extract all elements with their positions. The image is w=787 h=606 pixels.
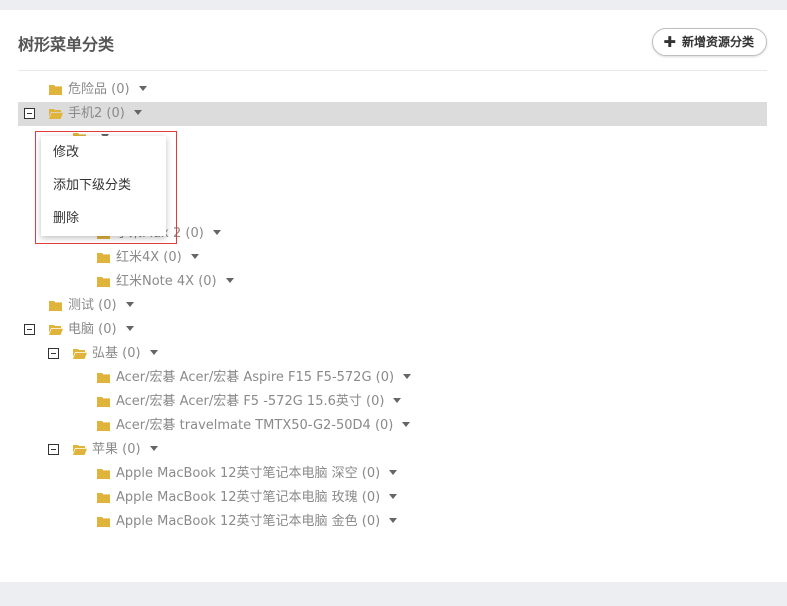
tree-node-text: 危险品 (0) [68,82,130,97]
folder-icon [97,253,110,263]
collapse-toggle-icon[interactable] [48,444,59,455]
tree-node[interactable]: Acer/宏碁 Acer/宏碁 Aspire F15 F5-572G (0) [18,366,767,390]
folder-icon [49,301,62,311]
collapse-toggle-icon[interactable] [24,324,35,335]
caret-down-icon[interactable] [393,398,402,403]
tree-node-label[interactable]: Apple MacBook 12英寸笔记本电脑 玫瑰 (0) [116,486,398,510]
tree-node[interactable]: 红米Note 4X (0) [18,270,767,294]
tree-node[interactable]: Apple MacBook 12英寸笔记本电脑 玫瑰 (0) [18,486,767,510]
tree-node-text: Acer/宏碁 Acer/宏碁 F5 -572G 15.6英寸 (0) [116,394,385,409]
caret-down-icon[interactable] [403,374,412,379]
add-resource-category-button[interactable]: ✚ 新增资源分类 [652,28,767,56]
page-title: 树形菜单分类 [18,35,115,54]
tree-node-text: Apple MacBook 12英寸笔记本电脑 玫瑰 (0) [116,490,381,505]
folder-open-icon [49,109,63,119]
caret-down-icon[interactable] [125,302,134,307]
tree-node-label[interactable]: 手机2 (0) [68,102,142,126]
folder-icon [97,373,110,383]
tree-node-label[interactable]: 测试 (0) [68,294,134,318]
tree-node[interactable]: Acer/宏碁 Acer/宏碁 F5 -572G 15.6英寸 (0) [18,390,767,414]
tree-node[interactable]: 危险品 (0) [18,78,767,102]
tree-node[interactable]: 手机2 (0) [18,102,767,126]
tree-node-label[interactable]: 电脑 (0) [68,318,134,342]
folder-icon [97,277,110,287]
caret-down-icon[interactable] [389,470,398,475]
tree-node-text: 弘基 (0) [92,346,141,361]
tree-node[interactable]: 弘基 (0) [18,342,767,366]
caret-down-icon[interactable] [125,326,134,331]
caret-down-icon[interactable] [149,446,158,451]
caret-down-icon[interactable] [389,494,398,499]
folder-icon [97,421,110,431]
tree-node-text: Apple MacBook 12英寸笔记本电脑 金色 (0) [116,514,381,529]
tree-node-text: Acer/宏碁 Acer/宏碁 Aspire F15 F5-572G (0) [116,370,395,385]
context-menu: 修改 添加下级分类 删除 [41,136,166,236]
collapse-toggle-icon[interactable] [24,108,35,119]
tree-node-label[interactable]: Apple MacBook 12英寸笔记本电脑 深空 (0) [116,462,398,486]
folder-open-icon [49,325,63,335]
folder-open-icon [73,349,87,359]
tree-node-label[interactable]: Acer/宏碁 travelmate TMTX50-G2-50D4 (0) [116,414,411,438]
tree-node-text: Acer/宏碁 travelmate TMTX50-G2-50D4 (0) [116,418,394,433]
tree-node-label[interactable]: Acer/宏碁 Acer/宏碁 Aspire F15 F5-572G (0) [116,366,412,390]
tree-node-text: 红米4X (0) [116,250,182,265]
tree-node-label[interactable]: Apple MacBook 12英寸笔记本电脑 金色 (0) [116,510,398,534]
tree-node-label[interactable]: 弘基 (0) [92,342,158,366]
caret-down-icon[interactable] [212,230,221,235]
caret-down-icon[interactable] [133,110,142,115]
folder-icon [97,517,110,527]
panel-header: 树形菜单分类 ✚ 新增资源分类 [18,10,767,71]
tree-node-text: 测试 (0) [68,298,117,313]
caret-down-icon[interactable] [190,254,199,259]
add-button-label: 新增资源分类 [681,35,754,49]
caret-down-icon[interactable] [402,422,411,427]
folder-icon [97,469,110,479]
tree-node-text: 电脑 (0) [68,322,117,337]
tree-node[interactable]: 电脑 (0) [18,318,767,342]
collapse-toggle-icon[interactable] [48,348,59,359]
tree-node-label[interactable]: 红米Note 4X (0) [116,270,234,294]
tree-node-label[interactable]: 红米4X (0) [116,246,199,270]
caret-down-icon[interactable] [138,86,147,91]
tree-node[interactable]: 测试 (0) [18,294,767,318]
menu-item-add-child[interactable]: 添加下级分类 [41,169,166,202]
tree-node[interactable]: Apple MacBook 12英寸笔记本电脑 金色 (0) [18,510,767,534]
caret-down-icon[interactable] [225,278,234,283]
folder-icon [49,85,62,95]
caret-down-icon[interactable] [389,518,398,523]
tree-node[interactable]: Acer/宏碁 travelmate TMTX50-G2-50D4 (0) [18,414,767,438]
tree-node-text: Apple MacBook 12英寸笔记本电脑 深空 (0) [116,466,381,481]
tree-node[interactable]: 红米4X (0) [18,246,767,270]
tree-node-text: 苹果 (0) [92,442,141,457]
menu-item-edit[interactable]: 修改 [41,136,166,169]
tree-node-label[interactable]: 苹果 (0) [92,438,158,462]
tree-node[interactable]: Apple MacBook 12英寸笔记本电脑 深空 (0) [18,462,767,486]
menu-item-delete[interactable]: 删除 [41,202,166,235]
folder-open-icon [73,445,87,455]
tree-node-text: 红米Note 4X (0) [116,274,217,289]
plus-icon: ✚ [663,33,676,51]
tree-node[interactable]: 苹果 (0) [18,438,767,462]
tree-node-text: 手机2 (0) [68,106,125,121]
folder-icon [97,493,110,503]
tree-node-label[interactable]: Acer/宏碁 Acer/宏碁 F5 -572G 15.6英寸 (0) [116,390,402,414]
tree-node-label[interactable]: 危险品 (0) [68,78,147,102]
folder-icon [97,397,110,407]
caret-down-icon[interactable] [149,350,158,355]
